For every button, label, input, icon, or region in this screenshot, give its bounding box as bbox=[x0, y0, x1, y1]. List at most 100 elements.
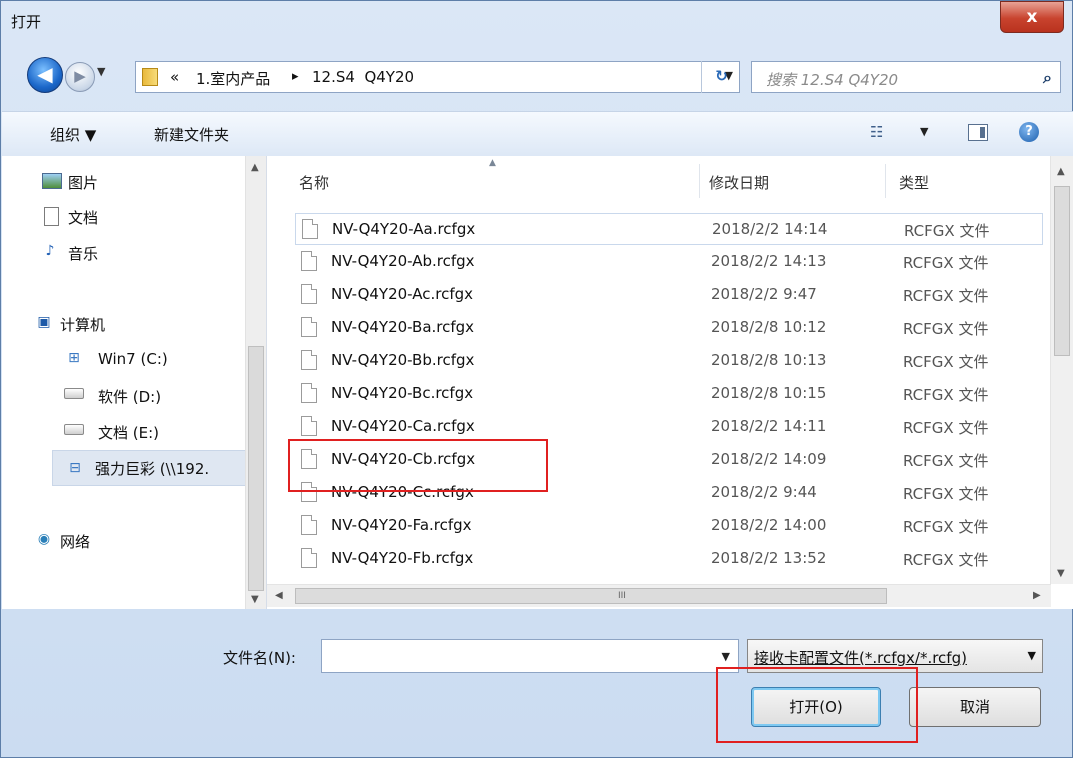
nav-item-pictures[interactable]: 图片 bbox=[42, 172, 99, 193]
command-bar: 组织 ▼ 新建文件夹 ☷ ▼ ? bbox=[2, 111, 1073, 157]
file-date: 2018/2/2 14:09 bbox=[711, 450, 827, 468]
address-prefix[interactable]: « bbox=[170, 68, 179, 86]
file-icon bbox=[301, 251, 317, 271]
refresh-button[interactable]: ↻ bbox=[701, 61, 741, 93]
nav-scroll-thumb[interactable] bbox=[248, 346, 264, 591]
preview-pane-icon[interactable] bbox=[968, 124, 988, 141]
nav-item-network[interactable]: ◉ 网络 bbox=[38, 531, 91, 552]
nav-item-label: 强力巨彩 (\\192. bbox=[95, 460, 210, 478]
column-divider[interactable] bbox=[885, 164, 886, 198]
organize-button[interactable]: 组织 ▼ bbox=[50, 124, 96, 145]
file-row[interactable]: NV-Q4Y20-Fa.rcfgx 2018/2/2 14:00 RCFGX 文… bbox=[295, 510, 1043, 542]
nav-item-computer[interactable]: ▣ 计算机 bbox=[37, 314, 105, 335]
file-name: NV-Q4Y20-Ac.rcfgx bbox=[331, 285, 474, 303]
file-row[interactable]: NV-Q4Y20-Ab.rcfgx 2018/2/2 14:13 RCFGX 文… bbox=[295, 246, 1043, 278]
column-divider[interactable] bbox=[699, 164, 700, 198]
search-box[interactable]: 搜索 12.S4 Q4Y20 ⌕ bbox=[751, 61, 1061, 93]
filename-label: 文件名(N): bbox=[223, 649, 296, 667]
view-options-icon[interactable]: ☷ bbox=[870, 123, 883, 141]
file-type: RCFGX 文件 bbox=[903, 452, 989, 470]
scroll-down-arrow[interactable]: ▼ bbox=[251, 594, 259, 605]
address-bar[interactable]: « 1.室内产品 ▸ 12.S4 Q4Y20 ▼ bbox=[135, 61, 740, 93]
file-icon bbox=[301, 284, 317, 304]
breadcrumb-item-2[interactable]: 12.S4 Q4Y20 bbox=[312, 68, 414, 86]
drive-icon bbox=[64, 424, 84, 435]
file-list-hscrollbar[interactable]: ◀ III ▶ bbox=[267, 584, 1051, 607]
column-name[interactable]: 名称 bbox=[299, 172, 329, 193]
nav-item-label: 文档 bbox=[68, 209, 99, 227]
file-type: RCFGX 文件 bbox=[903, 485, 989, 503]
dialog-title: 打开 bbox=[11, 13, 42, 31]
file-name: NV-Q4Y20-Bc.rcfgx bbox=[331, 384, 474, 402]
file-date: 2018/2/8 10:15 bbox=[711, 384, 827, 402]
back-button[interactable]: ◀ bbox=[27, 57, 63, 93]
file-row[interactable]: NV-Q4Y20-Aa.rcfgx 2018/2/2 14:14 RCFGX 文… bbox=[295, 213, 1043, 245]
scroll-right-arrow[interactable]: ▶ bbox=[1033, 590, 1041, 601]
scroll-up-arrow[interactable]: ▲ bbox=[1057, 166, 1065, 177]
file-list-hscroll-thumb[interactable]: III bbox=[295, 588, 887, 604]
search-icon[interactable]: ⌕ bbox=[1043, 68, 1052, 88]
file-icon bbox=[301, 548, 317, 568]
file-icon bbox=[301, 350, 317, 370]
sort-arrow-icon: ▲ bbox=[489, 158, 496, 168]
highlight-box-selected-file bbox=[288, 439, 548, 492]
nav-item-label: 音乐 bbox=[68, 245, 99, 263]
file-type: RCFGX 文件 bbox=[903, 419, 989, 437]
file-name: NV-Q4Y20-Aa.rcfgx bbox=[332, 220, 476, 238]
file-date: 2018/2/2 14:11 bbox=[711, 417, 827, 435]
recent-locations-dropdown[interactable]: ▼ bbox=[97, 65, 105, 78]
cancel-button[interactable]: 取消 bbox=[909, 687, 1041, 727]
nav-item-drive-e[interactable]: 文档 (E:) bbox=[64, 422, 160, 443]
file-row[interactable]: NV-Q4Y20-Ba.rcfgx 2018/2/8 10:12 RCFGX 文… bbox=[295, 312, 1043, 344]
close-button[interactable]: x bbox=[1000, 1, 1064, 33]
filename-input[interactable]: ▼ bbox=[321, 639, 739, 673]
file-row[interactable]: NV-Q4Y20-Fb.rcfgx 2018/2/2 13:52 RCFGX 文… bbox=[295, 543, 1043, 575]
nav-item-music[interactable]: ♪ 音乐 bbox=[46, 243, 99, 264]
drive-icon bbox=[64, 388, 84, 399]
breadcrumb-item-1[interactable]: 1.室内产品 bbox=[196, 68, 270, 89]
scroll-left-arrow[interactable]: ◀ bbox=[275, 590, 283, 601]
nav-item-network-drive[interactable]: ⊟ 强力巨彩 (\\192. bbox=[52, 450, 248, 486]
scroll-down-arrow[interactable]: ▼ bbox=[1057, 568, 1065, 579]
file-date: 2018/2/2 14:14 bbox=[712, 220, 828, 238]
help-icon[interactable]: ? bbox=[1019, 122, 1039, 142]
file-list-vscroll-thumb[interactable] bbox=[1054, 186, 1070, 356]
breadcrumb-separator[interactable]: ▸ bbox=[292, 69, 299, 84]
search-input[interactable]: 搜索 12.S4 Q4Y20 bbox=[766, 69, 898, 90]
forward-button[interactable]: ▶ bbox=[65, 62, 95, 92]
file-type-filter-value[interactable]: 接收卡配置文件(*.rcfgx/*.rcfg) bbox=[754, 647, 967, 668]
file-name: NV-Q4Y20-Bb.rcfgx bbox=[331, 351, 475, 369]
file-type: RCFGX 文件 bbox=[903, 386, 989, 404]
file-name: NV-Q4Y20-Fb.rcfgx bbox=[331, 549, 474, 567]
nav-item-drive-c[interactable]: ⊞ Win7 (C:) bbox=[68, 350, 168, 368]
column-type[interactable]: 类型 bbox=[899, 172, 929, 193]
nav-item-drive-d[interactable]: 软件 (D:) bbox=[64, 386, 161, 407]
file-row[interactable]: NV-Q4Y20-Bb.rcfgx 2018/2/8 10:13 RCFGX 文… bbox=[295, 345, 1043, 377]
file-date: 2018/2/2 9:47 bbox=[711, 285, 817, 303]
nav-item-documents[interactable]: 文档 bbox=[44, 207, 99, 228]
file-list: ▲ 名称 修改日期 类型 NV-Q4Y20-Aa.rcfgx 2018/2/2 … bbox=[267, 156, 1073, 609]
nav-item-label: 文档 (E:) bbox=[98, 424, 160, 442]
file-icon bbox=[301, 515, 317, 535]
column-date[interactable]: 修改日期 bbox=[709, 172, 769, 193]
file-name: NV-Q4Y20-Ab.rcfgx bbox=[331, 252, 475, 270]
nav-scrollbar[interactable]: ▲ ▼ bbox=[245, 156, 266, 609]
nav-item-label: 图片 bbox=[68, 174, 99, 192]
file-row[interactable]: NV-Q4Y20-Bc.rcfgx 2018/2/8 10:15 RCFGX 文… bbox=[295, 378, 1043, 410]
filename-dropdown[interactable]: ▼ bbox=[722, 650, 730, 663]
nav-item-label: 网络 bbox=[60, 533, 91, 551]
file-list-vscrollbar[interactable]: ▲ ▼ bbox=[1050, 156, 1073, 584]
file-date: 2018/2/2 14:13 bbox=[711, 252, 827, 270]
file-icon bbox=[301, 416, 317, 436]
file-date: 2018/2/2 14:00 bbox=[711, 516, 827, 534]
documents-icon bbox=[44, 207, 59, 226]
file-name: NV-Q4Y20-Ca.rcfgx bbox=[331, 417, 475, 435]
file-type: RCFGX 文件 bbox=[904, 222, 990, 240]
highlight-box-open-button bbox=[716, 667, 918, 743]
view-options-dropdown[interactable]: ▼ bbox=[920, 125, 928, 138]
file-row[interactable]: NV-Q4Y20-Ac.rcfgx 2018/2/2 9:47 RCFGX 文件 bbox=[295, 279, 1043, 311]
new-folder-button[interactable]: 新建文件夹 bbox=[154, 124, 229, 145]
file-type: RCFGX 文件 bbox=[903, 287, 989, 305]
scroll-up-arrow[interactable]: ▲ bbox=[251, 162, 259, 173]
file-type-filter-dropdown[interactable]: ▼ bbox=[1028, 649, 1036, 662]
